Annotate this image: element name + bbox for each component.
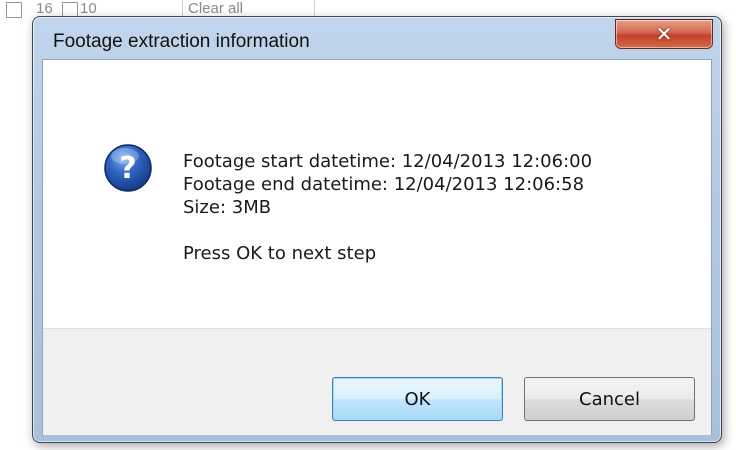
cancel-button[interactable]: Cancel xyxy=(524,377,695,421)
svg-text:?: ? xyxy=(119,151,136,186)
message-dialog: Footage extraction information ✕ ? Foota… xyxy=(32,16,722,443)
dialog-client-area: ? Footage start datetime: 12/04/2013 12:… xyxy=(42,59,712,435)
close-icon: ✕ xyxy=(655,22,673,46)
ok-button[interactable]: OK xyxy=(332,377,503,421)
background-label: 16 xyxy=(36,0,53,17)
background-label: 10 xyxy=(80,0,97,17)
background-checkbox xyxy=(6,2,22,18)
footage-end-text: Footage end datetime: 12/04/2013 12:06:5… xyxy=(183,174,585,195)
dialog-content: ? Footage start datetime: 12/04/2013 12:… xyxy=(43,60,711,328)
prompt-text: Press OK to next step xyxy=(183,243,377,264)
question-icon: ? xyxy=(104,144,152,192)
footage-start-text: Footage start datetime: 12/04/2013 12:06… xyxy=(183,151,593,172)
background-clear-all-link: Clear all xyxy=(188,0,244,17)
dialog-button-bar: OK Cancel xyxy=(43,328,711,435)
size-text: Size: 3MB xyxy=(183,197,272,218)
dialog-message: Footage start datetime: 12/04/2013 12:06… xyxy=(183,150,592,265)
dialog-titlebar[interactable]: Footage extraction information ✕ xyxy=(33,17,721,61)
close-button[interactable]: ✕ xyxy=(615,19,713,49)
dialog-title: Footage extraction information xyxy=(53,31,310,52)
